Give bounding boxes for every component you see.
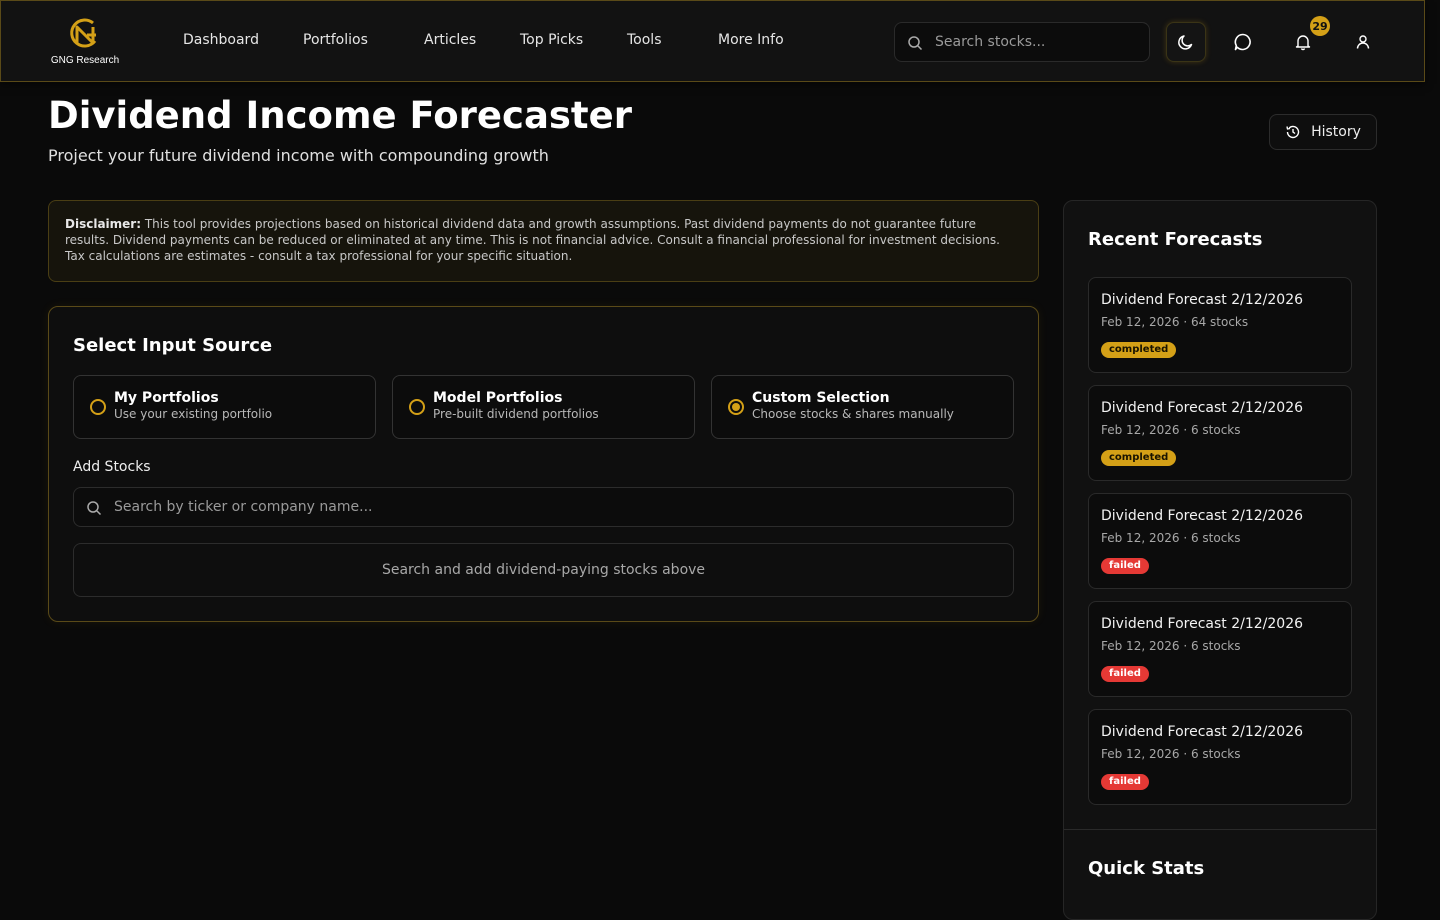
forecast-meta: Feb 12, 2026 · 6 stocks bbox=[1101, 531, 1241, 545]
disclaimer-box: Disclaimer: This tool provides projectio… bbox=[48, 200, 1039, 282]
radio-my-portfolios[interactable] bbox=[90, 399, 106, 415]
disclaimer-label: Disclaimer: bbox=[65, 217, 142, 231]
forecast-name: Dividend Forecast 2/12/2026 bbox=[1101, 616, 1304, 632]
header-search-input[interactable] bbox=[935, 23, 1135, 61]
option-description: Use your existing portfolio bbox=[114, 407, 273, 421]
stock-search-input[interactable] bbox=[114, 488, 994, 526]
status-badge: failed bbox=[1101, 558, 1149, 574]
forecast-meta: Feb 12, 2026 · 6 stocks bbox=[1101, 423, 1241, 437]
page-subtitle: Project your future dividend income with… bbox=[48, 146, 549, 165]
bell-icon bbox=[1295, 35, 1311, 51]
nav-top-picks[interactable]: Top Picks bbox=[520, 32, 583, 48]
status-badge: failed bbox=[1101, 666, 1149, 682]
nav-more-info[interactable]: More Info bbox=[718, 32, 784, 48]
history-button[interactable]: History bbox=[1269, 114, 1377, 150]
stock-search bbox=[73, 487, 1014, 527]
radio-model-portfolios[interactable] bbox=[409, 399, 425, 415]
forecast-meta: Feb 12, 2026 · 6 stocks bbox=[1101, 747, 1241, 761]
option-description: Pre-built dividend portfolios bbox=[433, 407, 599, 421]
option-description: Choose stocks & shares manually bbox=[752, 407, 954, 421]
brand-logo[interactable]: GNG Research bbox=[49, 15, 121, 66]
forecast-meta: Feb 12, 2026 · 6 stocks bbox=[1101, 639, 1241, 653]
brand-name: GNG Research bbox=[50, 55, 120, 66]
theme-toggle-button[interactable] bbox=[1166, 22, 1206, 62]
gng-logo-icon bbox=[70, 18, 97, 48]
forecast-item[interactable]: Dividend Forecast 2/12/2026 Feb 12, 2026… bbox=[1088, 493, 1352, 589]
nav-tools[interactable]: Tools bbox=[627, 32, 662, 48]
forecast-name: Dividend Forecast 2/12/2026 bbox=[1101, 292, 1304, 308]
input-source-title: Select Input Source bbox=[73, 335, 273, 356]
input-source-card: Select Input Source My Portfolios Use yo… bbox=[48, 306, 1039, 622]
user-icon bbox=[1356, 35, 1370, 49]
nav-dashboard[interactable]: Dashboard bbox=[183, 32, 259, 48]
quick-stats-title: Quick Stats bbox=[1088, 858, 1205, 879]
panel-divider bbox=[1064, 829, 1376, 830]
history-button-label: History bbox=[1311, 124, 1361, 140]
chat-icon bbox=[1234, 33, 1251, 51]
stocks-empty-state: Search and add dividend-paying stocks ab… bbox=[73, 543, 1014, 597]
status-badge: completed bbox=[1101, 342, 1177, 358]
source-option-my-portfolios[interactable]: My Portfolios Use your existing portfoli… bbox=[73, 375, 376, 439]
source-option-model-portfolios[interactable]: Model Portfolios Pre-built dividend port… bbox=[392, 375, 695, 439]
status-badge: completed bbox=[1101, 450, 1177, 466]
search-icon bbox=[87, 501, 102, 516]
nav-articles[interactable]: Articles bbox=[424, 32, 476, 48]
source-option-custom-selection[interactable]: Custom Selection Choose stocks & shares … bbox=[711, 375, 1014, 439]
add-stocks-label: Add Stocks bbox=[73, 459, 151, 475]
recent-forecasts-panel: Recent Forecasts Dividend Forecast 2/12/… bbox=[1063, 200, 1377, 920]
forecast-item[interactable]: Dividend Forecast 2/12/2026 Feb 12, 2026… bbox=[1088, 385, 1352, 481]
forecast-name: Dividend Forecast 2/12/2026 bbox=[1101, 400, 1304, 416]
status-badge: failed bbox=[1101, 774, 1149, 790]
history-icon bbox=[1286, 125, 1300, 139]
forecast-name: Dividend Forecast 2/12/2026 bbox=[1101, 508, 1304, 524]
search-icon bbox=[908, 36, 923, 51]
disclaimer-text: This tool provides projections based on … bbox=[65, 217, 1000, 263]
radio-custom-selection[interactable] bbox=[728, 399, 744, 415]
header-search bbox=[894, 22, 1150, 62]
option-title: Custom Selection bbox=[752, 390, 890, 406]
forecast-item[interactable]: Dividend Forecast 2/12/2026 Feb 12, 2026… bbox=[1088, 277, 1352, 373]
page-title: Dividend Income Forecaster bbox=[48, 94, 632, 137]
notification-count-badge: 29 bbox=[1310, 16, 1330, 36]
forecast-name: Dividend Forecast 2/12/2026 bbox=[1101, 724, 1304, 740]
option-title: Model Portfolios bbox=[433, 390, 563, 406]
recent-forecasts-title: Recent Forecasts bbox=[1088, 229, 1263, 250]
top-navigation-bar: GNG Research Dashboard Portfolios Articl… bbox=[0, 0, 1425, 82]
option-title: My Portfolios bbox=[114, 390, 219, 406]
user-menu-button[interactable] bbox=[1343, 22, 1383, 62]
forecast-meta: Feb 12, 2026 · 64 stocks bbox=[1101, 315, 1249, 329]
nav-portfolios[interactable]: Portfolios bbox=[303, 32, 368, 48]
forecast-item[interactable]: Dividend Forecast 2/12/2026 Feb 12, 2026… bbox=[1088, 601, 1352, 697]
moon-icon bbox=[1178, 35, 1193, 50]
forecast-item[interactable]: Dividend Forecast 2/12/2026 Feb 12, 2026… bbox=[1088, 709, 1352, 805]
chat-button[interactable] bbox=[1223, 22, 1263, 62]
